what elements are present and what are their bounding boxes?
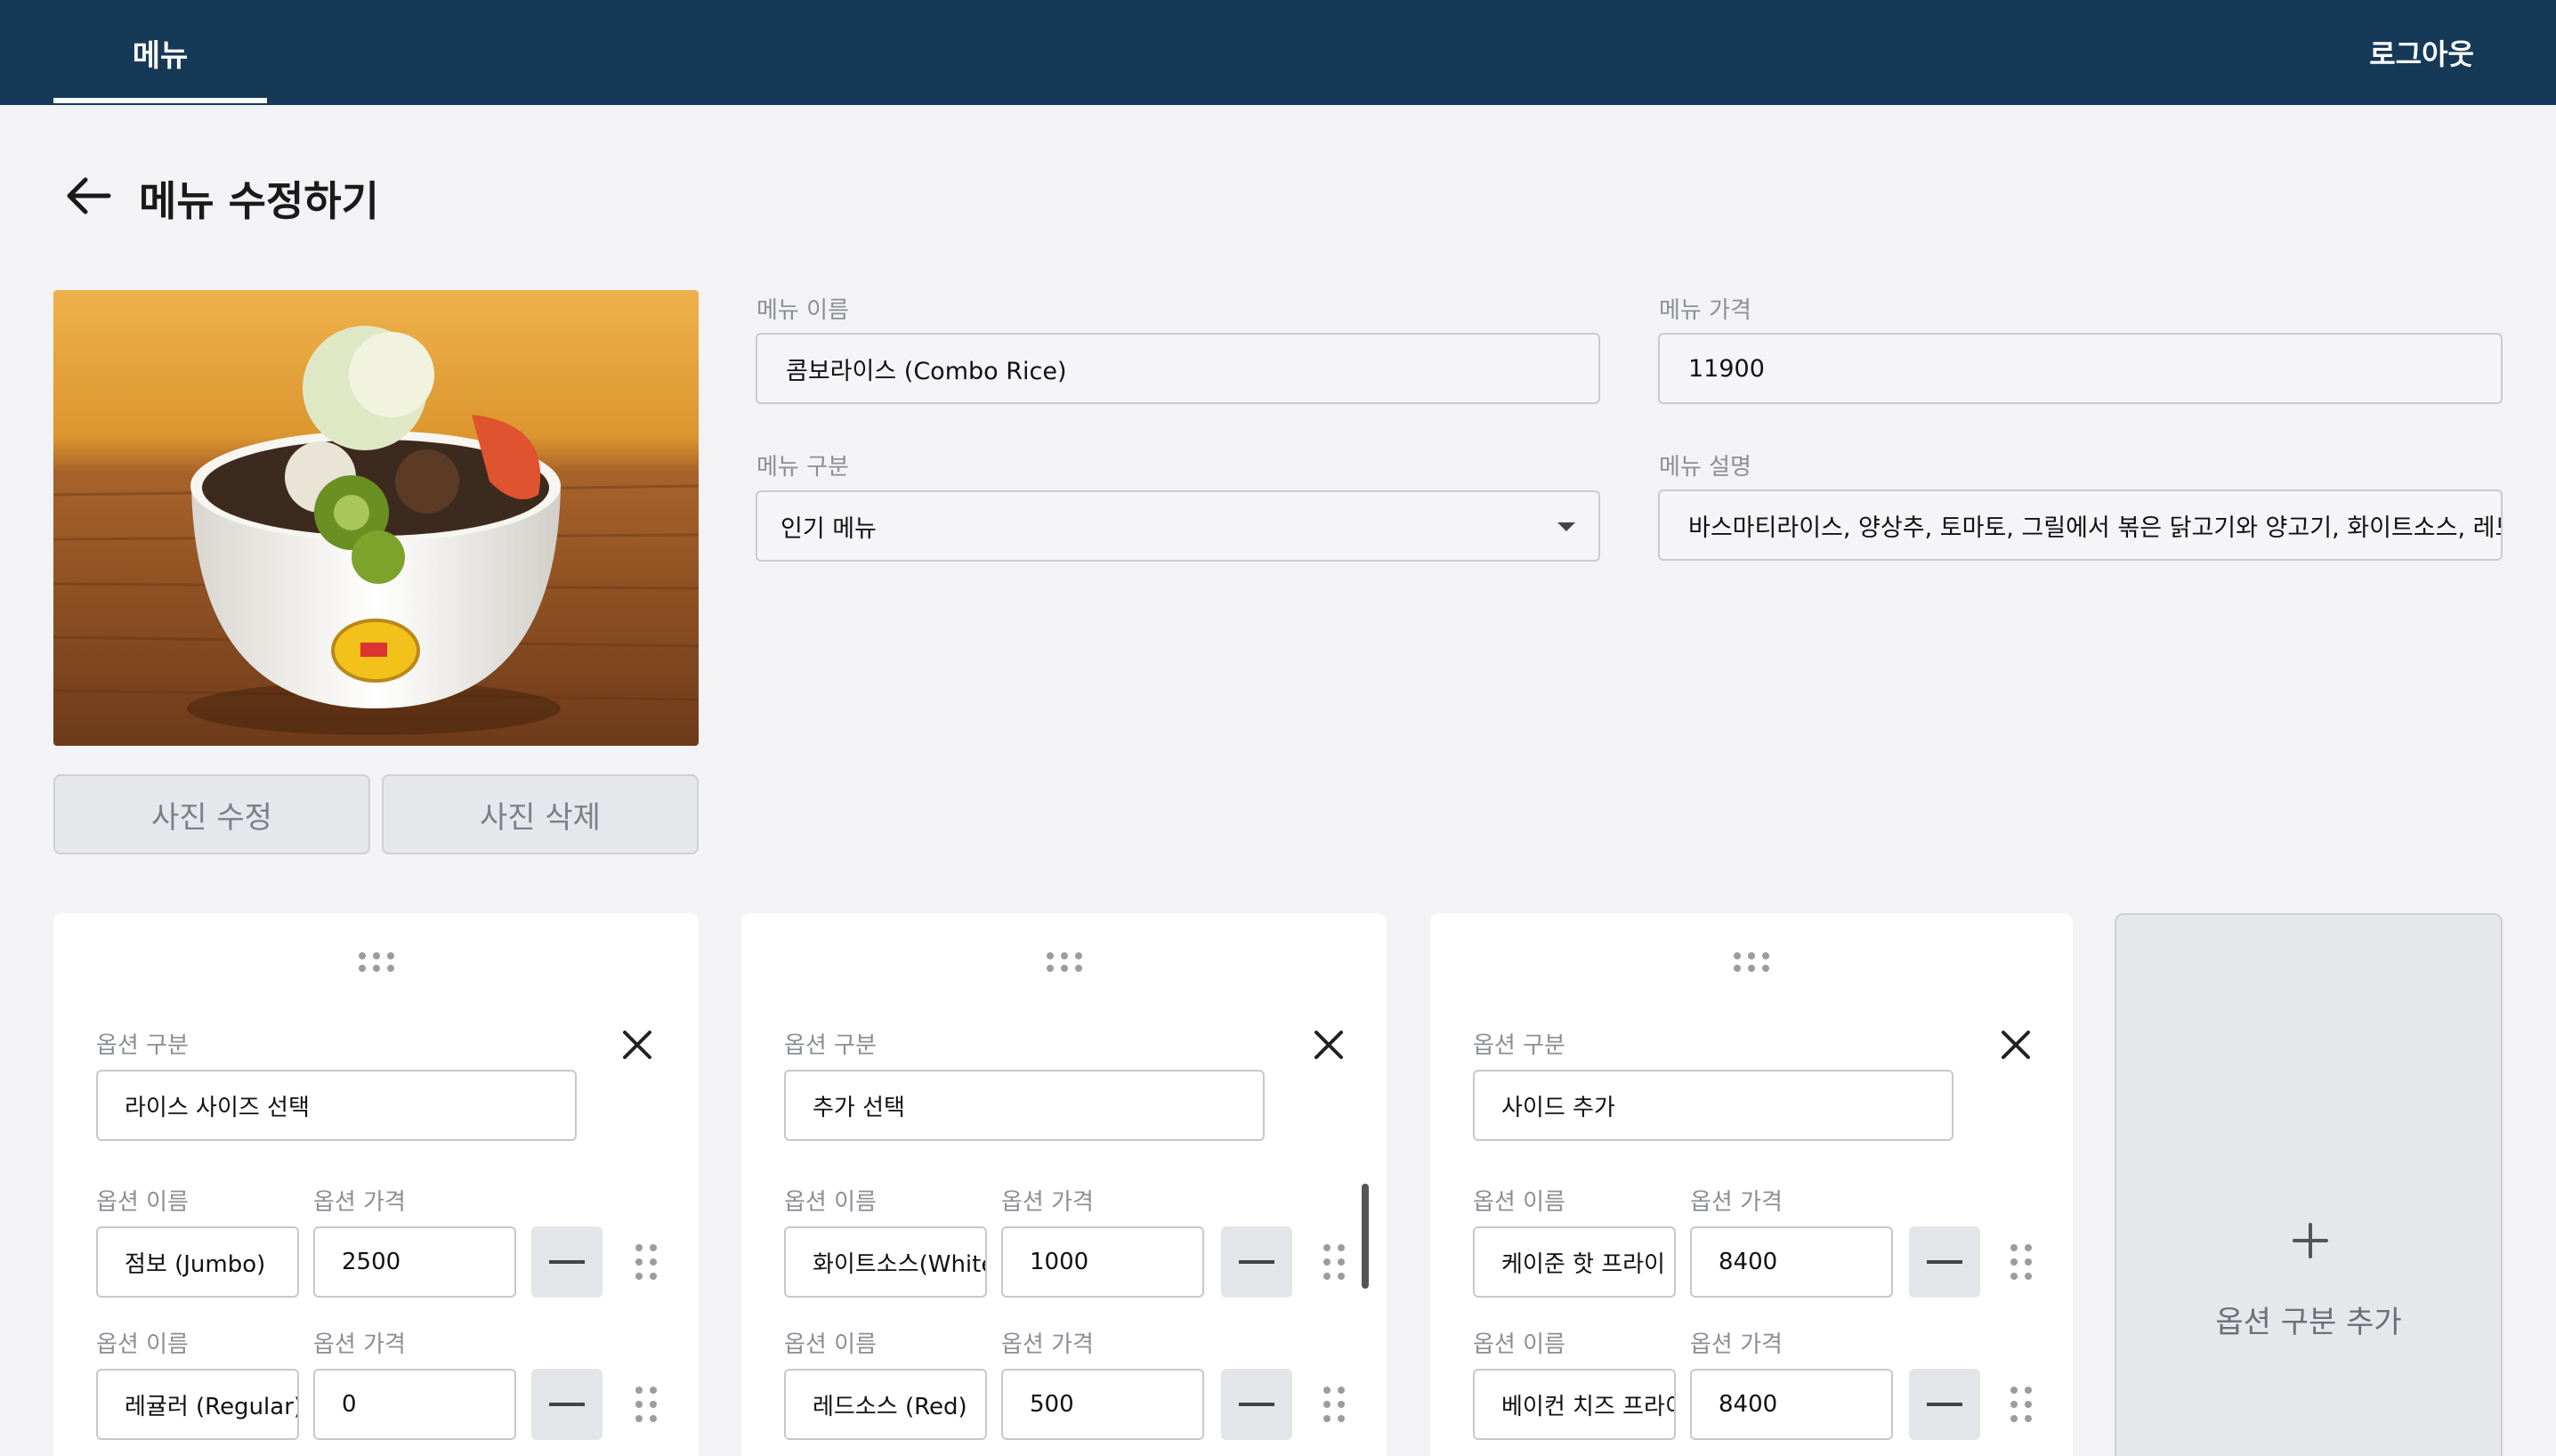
option-price-label: 옵션 가격 — [1001, 1189, 1094, 1216]
edit-photo-button[interactable]: 사진 수정 — [53, 774, 370, 854]
option-price-input[interactable]: 8400 — [1690, 1226, 1893, 1298]
drag-handle-icon[interactable] — [1323, 1387, 1345, 1426]
menu-category-value: 인기 메뉴 — [781, 514, 877, 543]
add-option-group-button[interactable]: 옵션 구분 추가 — [2115, 913, 2503, 1456]
arrow-left-icon[interactable] — [62, 174, 112, 217]
option-group-input[interactable]: 추가 선택 — [784, 1070, 1265, 1141]
option-price-label: 옵션 가격 — [313, 1331, 406, 1358]
option-price-input[interactable]: 500 — [1001, 1369, 1204, 1440]
delete-photo-button[interactable]: 사진 삭제 — [382, 774, 699, 854]
option-name-input[interactable]: 케이준 핫 프라이 — [1473, 1226, 1676, 1298]
option-name-label: 옵션 이름 — [784, 1331, 877, 1358]
option-group-input[interactable]: 사이드 추가 — [1473, 1070, 1953, 1141]
plus-icon — [2293, 1223, 2328, 1258]
remove-option-button[interactable] — [531, 1226, 603, 1298]
menu-price-label: 메뉴 가격 — [1659, 297, 1751, 324]
page-title: 메뉴 수정하기 — [139, 177, 379, 225]
option-group-label: 옵션 구분 — [96, 1032, 189, 1059]
scrollbar[interactable] — [1362, 1184, 1369, 1289]
option-group-label: 옵션 구분 — [1473, 1032, 1565, 1059]
option-name-label: 옵션 이름 — [784, 1189, 877, 1216]
drag-handle-icon[interactable] — [1046, 952, 1082, 972]
option-price-input[interactable]: 2500 — [313, 1226, 516, 1298]
option-price-input[interactable]: 0 — [313, 1369, 516, 1440]
close-icon[interactable] — [1998, 1027, 2034, 1063]
option-name-label: 옵션 이름 — [1473, 1331, 1565, 1358]
option-price-label: 옵션 가격 — [1690, 1189, 1783, 1216]
drag-handle-icon[interactable] — [358, 952, 394, 972]
option-name-input[interactable]: 레드소스 (Red) — [784, 1369, 987, 1440]
option-name-label: 옵션 이름 — [1473, 1189, 1565, 1216]
drag-handle-icon[interactable] — [2010, 1244, 2032, 1283]
option-name-input[interactable]: 레귤러 (Regular) — [96, 1369, 299, 1440]
nav-tab-active-indicator — [53, 98, 267, 103]
drag-handle-icon[interactable] — [635, 1244, 657, 1283]
remove-option-button[interactable] — [1909, 1226, 1980, 1298]
add-option-group-label: 옵션 구분 추가 — [2215, 1305, 2402, 1340]
menu-description-input[interactable]: 바스마티라이스, 양상추, 토마토, 그릴에서 볶은 닭고기와 양고기, 화이트… — [1658, 489, 2503, 561]
option-name-input[interactable]: 베이컨 치즈 프라이 — [1473, 1369, 1676, 1440]
menu-category-label: 메뉴 구분 — [756, 454, 849, 481]
close-icon[interactable] — [1311, 1027, 1347, 1063]
menu-name-label: 메뉴 이름 — [756, 297, 849, 324]
caret-down-icon — [1557, 522, 1575, 531]
option-group-card: 옵션 구분 라이스 사이즈 선택 옵션 이름 옵션 가격 점보 (Jumbo) … — [53, 913, 699, 1456]
drag-handle-icon[interactable] — [635, 1387, 657, 1426]
menu-category-select[interactable]: 인기 메뉴 — [756, 490, 1600, 562]
menu-description-label: 메뉴 설명 — [1659, 454, 1751, 481]
menu-name-input[interactable]: 콤보라이스 (Combo Rice) — [756, 333, 1600, 404]
close-icon[interactable] — [619, 1027, 655, 1063]
drag-handle-icon[interactable] — [1734, 952, 1769, 972]
menu-photo — [53, 290, 699, 746]
logout-button[interactable]: 로그아웃 — [2369, 0, 2474, 105]
nav-tab-menu[interactable]: 메뉴 — [53, 0, 267, 105]
option-price-label: 옵션 가격 — [1001, 1331, 1094, 1358]
option-group-input[interactable]: 라이스 사이즈 선택 — [96, 1070, 577, 1141]
top-navigation-bar: 메뉴 로그아웃 — [0, 0, 2556, 105]
option-price-label: 옵션 가격 — [1690, 1331, 1783, 1358]
option-name-label: 옵션 이름 — [96, 1331, 189, 1358]
drag-handle-icon[interactable] — [1323, 1244, 1345, 1283]
option-group-label: 옵션 구분 — [784, 1032, 877, 1059]
remove-option-button[interactable] — [1909, 1369, 1980, 1440]
option-name-input[interactable]: 화이트소스(White) — [784, 1226, 987, 1298]
option-name-input[interactable]: 점보 (Jumbo) — [96, 1226, 299, 1298]
option-price-label: 옵션 가격 — [313, 1189, 406, 1216]
option-group-card: 옵션 구분 사이드 추가 옵션 이름 옵션 가격 케이준 핫 프라이 8400 … — [1430, 913, 2073, 1456]
remove-option-button[interactable] — [1221, 1226, 1292, 1298]
option-name-label: 옵션 이름 — [96, 1189, 189, 1216]
menu-price-input[interactable]: 11900 — [1658, 333, 2503, 404]
remove-option-button[interactable] — [1221, 1369, 1292, 1440]
remove-option-button[interactable] — [531, 1369, 603, 1440]
option-group-card: 옵션 구분 추가 선택 옵션 이름 옵션 가격 화이트소스(White) 100… — [741, 913, 1387, 1456]
option-price-input[interactable]: 1000 — [1001, 1226, 1204, 1298]
drag-handle-icon[interactable] — [2010, 1387, 2032, 1426]
option-price-input[interactable]: 8400 — [1690, 1369, 1893, 1440]
